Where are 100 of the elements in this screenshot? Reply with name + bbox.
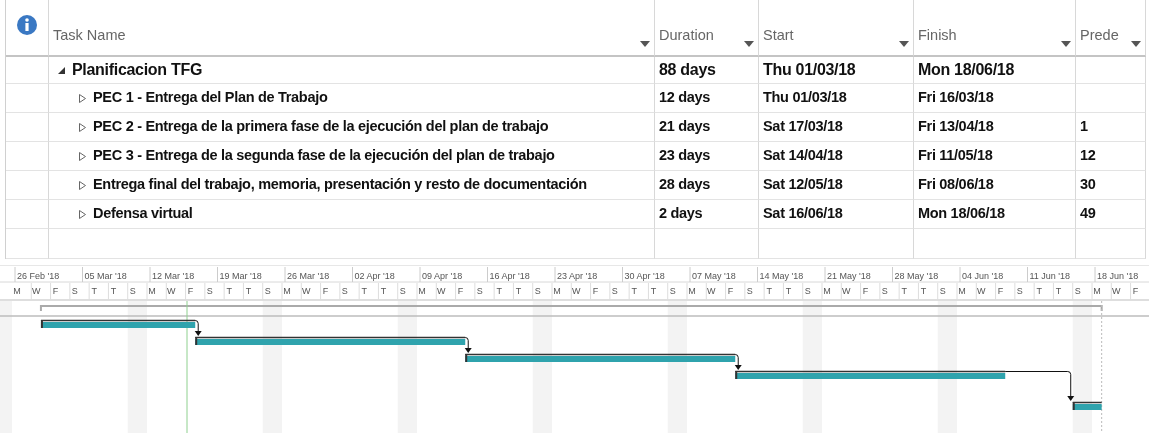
dependency-arrow	[1004, 371, 1075, 401]
week-label: 11 Jun '18	[1029, 271, 1071, 281]
task-bar[interactable]	[194, 336, 466, 345]
duration-cell: 28 days	[655, 171, 759, 200]
duration-cell: 2 days	[655, 200, 759, 229]
column-header[interactable]: Prede	[1076, 0, 1146, 57]
week-label: 12 Mar '18	[152, 271, 195, 281]
day-label: W	[437, 286, 446, 296]
expand-toggle-icon[interactable]	[78, 151, 87, 161]
day-label: S	[611, 286, 618, 296]
expand-toggle-icon[interactable]	[78, 122, 87, 132]
day-label: M	[958, 286, 966, 296]
day-label: F	[187, 286, 194, 296]
day-label: S	[1016, 286, 1023, 296]
week-label: 14 May '18	[759, 271, 804, 281]
task-name: PEC 3 - Entrega de la segunda fase de la ejecución del plan de trabajo	[93, 146, 555, 166]
predecessor-cell: 1	[1076, 113, 1146, 142]
task-name: Planificacion TFG	[72, 60, 203, 80]
day-label: T	[496, 286, 502, 296]
day-label: T	[91, 286, 97, 296]
day-label: S	[804, 286, 811, 296]
day-label: S	[264, 286, 271, 296]
predecessor-cell: 49	[1076, 200, 1146, 229]
day-label: W	[572, 286, 581, 296]
task-name: PEC 2 - Entrega de la primera fase de la ejecución del plan de trabajo	[93, 117, 549, 137]
dropdown-icon[interactable]	[899, 41, 909, 47]
day-label: W	[1112, 286, 1121, 296]
day-label: S	[939, 286, 946, 296]
day-label: W	[32, 286, 41, 296]
day-label: M	[283, 286, 291, 296]
start-cell: Thu 01/03/18	[759, 84, 914, 113]
task-name: Entrega final del trabajo, memoria, presentación y resto de documentación	[93, 175, 587, 195]
day-label: S	[129, 286, 136, 296]
task-bar[interactable]	[1072, 401, 1103, 410]
expand-toggle-icon[interactable]	[57, 65, 66, 75]
day-label: W	[302, 286, 311, 296]
day-label: T	[631, 286, 637, 296]
day-label: T	[245, 286, 252, 296]
start-cell: Sat 12/05/18	[759, 171, 914, 200]
dependency-arrow	[194, 320, 202, 336]
start-cell: Thu 01/03/18	[759, 57, 914, 84]
column-header[interactable]: Task Name	[49, 0, 655, 57]
week-label: 28 May '18	[894, 271, 939, 281]
day-label: S	[476, 286, 483, 296]
duration-cell: 12 days	[655, 84, 759, 113]
dropdown-icon[interactable]	[1061, 41, 1071, 47]
week-label: 26 Mar '18	[287, 271, 330, 281]
day-label: S	[881, 286, 888, 296]
day-label: T	[515, 286, 522, 296]
dependency-arrow	[734, 354, 742, 370]
day-label: M	[553, 286, 561, 296]
finish-cell: Mon 18/06/18	[914, 200, 1076, 229]
table-cell	[1076, 57, 1146, 84]
day-label: M	[13, 286, 21, 296]
table-cell	[1076, 229, 1146, 259]
dropdown-icon[interactable]	[640, 41, 650, 47]
day-label: M	[823, 286, 831, 296]
task-bar[interactable]	[734, 370, 1006, 379]
dropdown-icon[interactable]	[744, 41, 754, 47]
day-label: M	[418, 286, 426, 296]
week-label: 19 Mar '18	[219, 271, 262, 281]
expand-toggle-icon[interactable]	[78, 180, 87, 190]
day-label: T	[920, 286, 927, 296]
day-label: F	[592, 286, 599, 296]
dependency-arrow	[464, 337, 472, 353]
day-label: S	[746, 286, 753, 296]
task-bar[interactable]	[40, 319, 196, 328]
expand-toggle-icon[interactable]	[78, 209, 87, 219]
day-label: F	[997, 286, 1004, 296]
day-label: S	[534, 286, 541, 296]
day-label: W	[977, 286, 986, 296]
start-cell: Sat 17/03/18	[759, 113, 914, 142]
day-label: S	[669, 286, 676, 296]
week-label: 30 Apr '18	[624, 271, 665, 281]
day-label: T	[1055, 286, 1062, 296]
task-bar[interactable]	[464, 353, 736, 362]
expand-toggle-icon[interactable]	[78, 93, 87, 103]
day-label: F	[457, 286, 464, 296]
day-label: S	[206, 286, 213, 296]
start-cell: Sat 16/06/18	[759, 200, 914, 229]
info-icon	[17, 15, 37, 35]
day-label: T	[1036, 286, 1042, 296]
task-name: PEC 1 - Entrega del Plan de Trabajo	[93, 88, 328, 108]
duration-cell: 88 days	[655, 57, 759, 84]
table-cell	[1076, 84, 1146, 113]
day-label: W	[167, 286, 176, 296]
column-header[interactable]: Finish	[914, 0, 1076, 57]
column-header[interactable]: Start	[759, 0, 914, 57]
day-label: T	[766, 286, 772, 296]
day-label: F	[1132, 286, 1139, 296]
week-label: 16 Apr '18	[489, 271, 530, 281]
week-label: 09 Apr '18	[422, 271, 463, 281]
day-label: S	[71, 286, 78, 296]
week-label: 26 Feb '18	[17, 271, 60, 281]
column-header[interactable]: Duration	[655, 0, 759, 57]
day-label: T	[380, 286, 387, 296]
finish-cell: Mon 18/06/18	[914, 57, 1076, 84]
day-label: T	[110, 286, 117, 296]
day-label: F	[727, 286, 734, 296]
dropdown-icon[interactable]	[1131, 41, 1141, 47]
